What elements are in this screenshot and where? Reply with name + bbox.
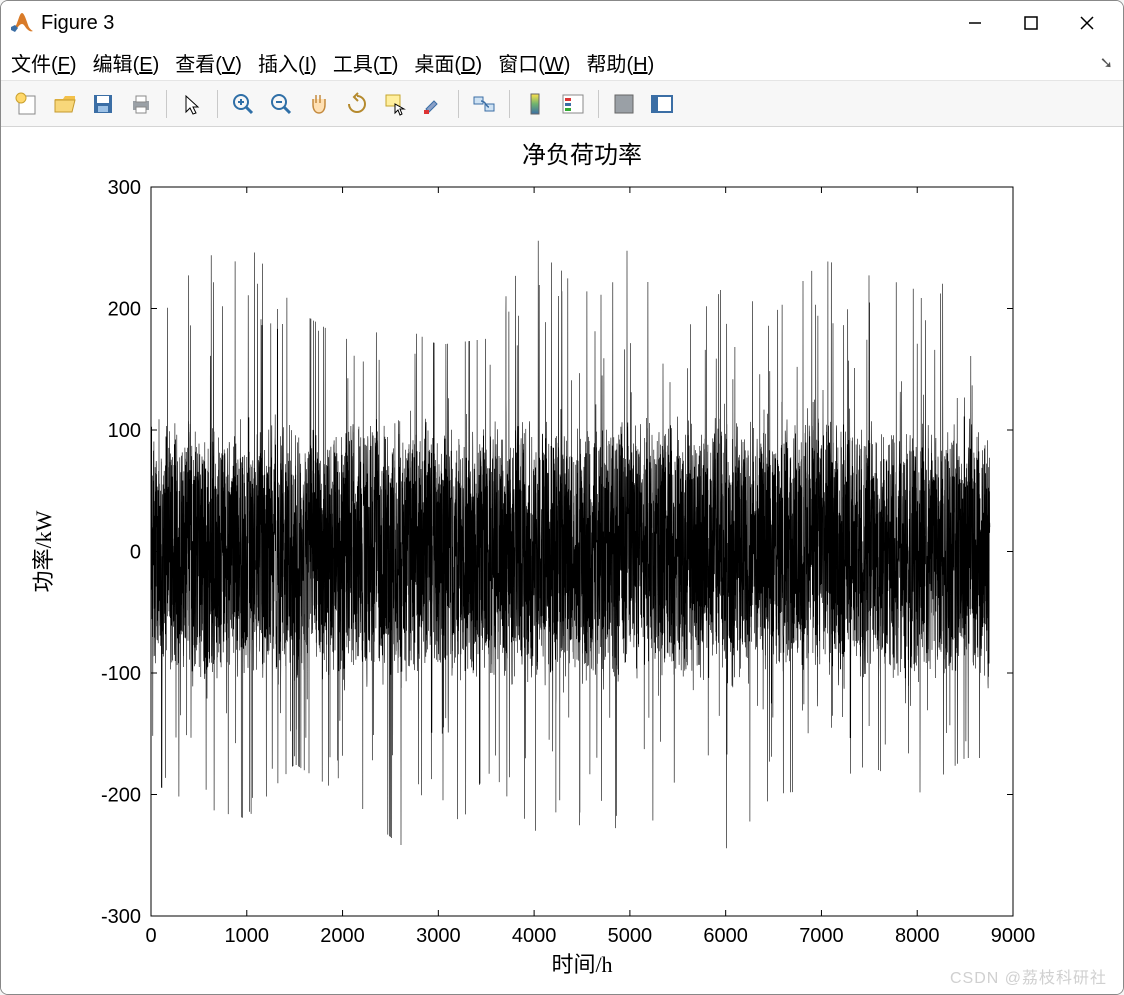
svg-text:9000: 9000 [991,925,1036,947]
figure-window: Figure 3 文件(F) 编辑(E) 查看(V) 插入(I) 工具(T) 桌… [0,0,1124,995]
chart-plot[interactable]: -300-200-1000100200300010002000300040005… [1,127,1124,995]
menu-tools[interactable]: 工具(T) [333,48,399,77]
maximize-button[interactable] [1003,1,1059,45]
menu-insert[interactable]: 插入(I) [258,48,317,77]
zoom-in-button[interactable] [225,86,261,122]
print-button[interactable] [123,86,159,122]
menu-desktop[interactable]: 桌面(D) [414,48,482,77]
svg-text:-200: -200 [101,785,141,807]
pointer-button[interactable] [174,86,210,122]
save-button[interactable] [85,86,121,122]
menu-view[interactable]: 查看(V) [175,48,242,77]
zoom-out-button[interactable] [263,86,299,122]
menu-help[interactable]: 帮助(H) [586,48,654,77]
data-cursor-button[interactable] [377,86,413,122]
menu-edit[interactable]: 编辑(E) [93,48,160,77]
svg-text:200: 200 [108,299,141,321]
toolbar [1,81,1123,127]
svg-text:1000: 1000 [225,925,270,947]
hide-plot-button[interactable] [606,86,642,122]
watermark: CSDN @荔枝科研社 [950,964,1107,988]
brush-button[interactable] [415,86,451,122]
svg-text:0: 0 [130,542,141,564]
svg-text:0: 0 [145,925,156,947]
titlebar: Figure 3 [1,1,1123,45]
pan-button[interactable] [301,86,337,122]
svg-text:-100: -100 [101,663,141,685]
svg-text:6000: 6000 [703,925,748,947]
svg-text:3000: 3000 [416,925,461,947]
svg-text:净负荷功率: 净负荷功率 [522,142,642,169]
svg-text:2000: 2000 [320,925,365,947]
dock-button[interactable] [644,86,680,122]
close-button[interactable] [1059,1,1115,45]
svg-text:功率/kW: 功率/kW [31,510,56,592]
svg-text:5000: 5000 [608,925,653,947]
svg-text:-300: -300 [101,906,141,928]
minimize-button[interactable] [947,1,1003,45]
svg-text:7000: 7000 [799,925,844,947]
new-figure-button[interactable] [9,86,45,122]
svg-text:4000: 4000 [512,925,557,947]
colorbar-button[interactable] [517,86,553,122]
open-button[interactable] [47,86,83,122]
figure-area[interactable]: -300-200-1000100200300010002000300040005… [1,127,1123,994]
svg-text:8000: 8000 [895,925,940,947]
menu-overflow-icon[interactable]: ➘ [1100,53,1113,73]
window-title: Figure 3 [41,12,114,35]
svg-text:时间/h: 时间/h [551,952,612,977]
menu-window[interactable]: 窗口(W) [498,48,570,77]
svg-text:300: 300 [108,177,141,199]
legend-button[interactable] [555,86,591,122]
rotate-button[interactable] [339,86,375,122]
menu-file[interactable]: 文件(F) [11,48,77,77]
menubar: 文件(F) 编辑(E) 查看(V) 插入(I) 工具(T) 桌面(D) 窗口(W… [1,45,1123,81]
link-button[interactable] [466,86,502,122]
matlab-icon [9,11,33,35]
svg-text:100: 100 [108,420,141,442]
